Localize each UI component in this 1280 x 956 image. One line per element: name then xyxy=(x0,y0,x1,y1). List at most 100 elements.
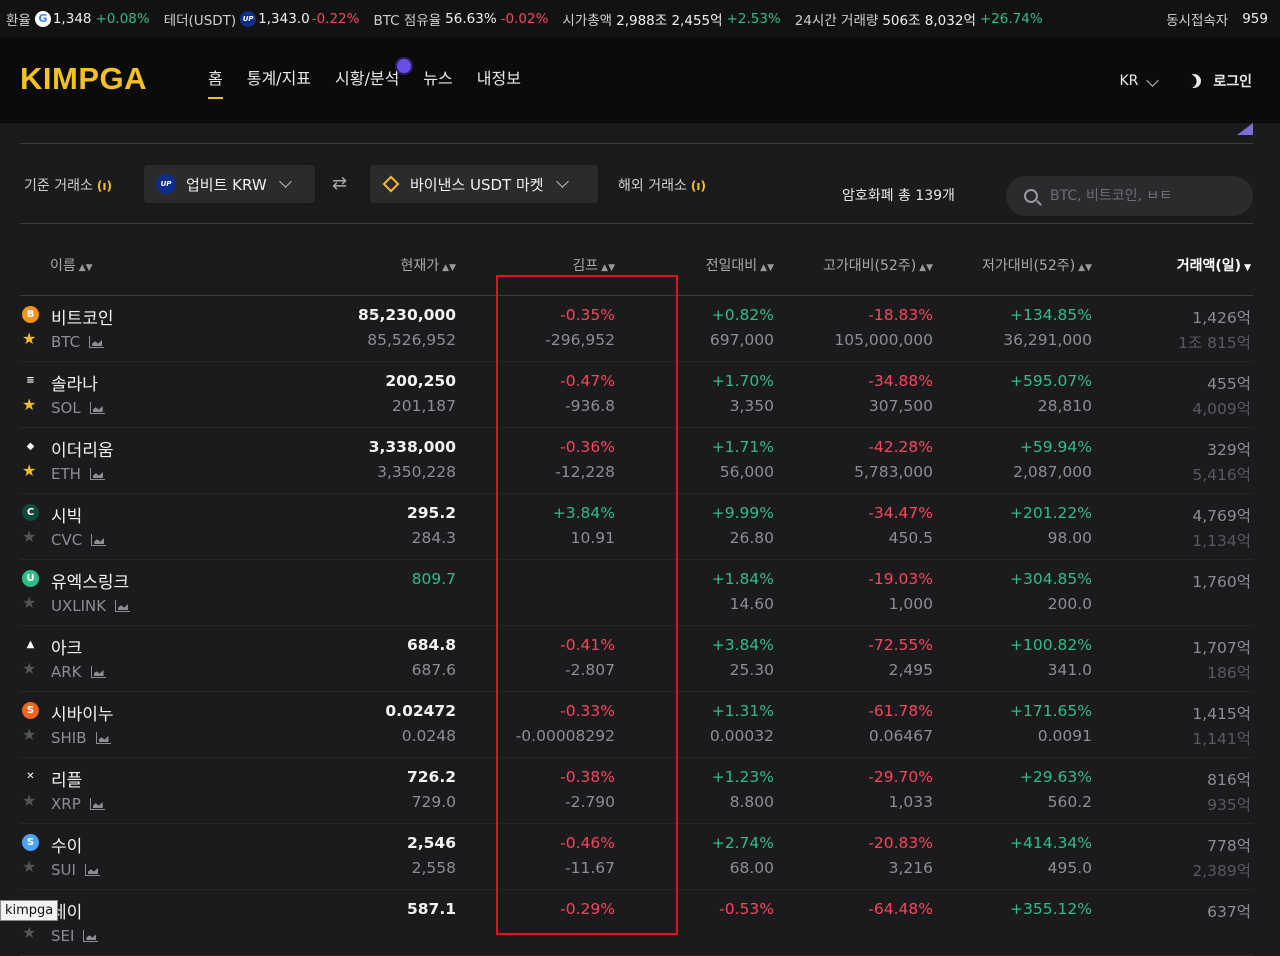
foreign-price: 2,558 xyxy=(411,859,456,877)
target-exchange-select[interactable]: 바이낸스 USDT 마켓 xyxy=(370,165,598,203)
nav-analysis[interactable]: 시황/분석 xyxy=(335,59,412,99)
chart-icon[interactable] xyxy=(89,798,105,810)
concurrent-users-value: 959 xyxy=(1242,10,1268,27)
chart-icon[interactable] xyxy=(89,468,105,480)
language-select[interactable]: KR xyxy=(1119,73,1160,89)
favorite-star-icon[interactable]: ★ xyxy=(22,858,36,875)
table-row[interactable]: S ★ 수이 SUI 2,546 2,558 -0.46% -11.67 +2.74% 68.00… xyxy=(20,824,1253,890)
table-row[interactable]: ▲ ★ 아크 ARK 684.8 687.6 -0.41% -2.807 +3.84% 25.30… xyxy=(20,626,1253,692)
low52-percent: +134.85% xyxy=(1010,306,1092,324)
coin-name: 유엑스링크 xyxy=(51,573,130,593)
tooltip: kimpga xyxy=(0,900,59,921)
base-exchange-select[interactable]: UP 업비트 KRW xyxy=(144,165,315,203)
exchange-rate: 환율 G 1,348 +0.08% xyxy=(6,9,150,29)
col-price[interactable]: 현재가 ▲▼ xyxy=(401,255,456,275)
daily-change-amount: 14.60 xyxy=(729,595,774,613)
corner-marker-icon xyxy=(1237,123,1253,135)
table-row[interactable]: B ★ 비트코인 BTC 85,230,000 85,526,952 -0.35% -296,… xyxy=(20,296,1253,362)
main-nav: 홈 통계/지표 시황/분석 뉴스 내정보 xyxy=(208,59,521,99)
tether-value: 1,343.0 xyxy=(258,10,310,27)
swap-exchange-icon[interactable]: ⇄ xyxy=(332,173,347,194)
btc-dominance: BTC 점유율 56.63% -0.02% xyxy=(373,9,548,29)
favorite-star-icon[interactable]: ★ xyxy=(22,660,36,677)
volume-foreign: 186억 xyxy=(1207,661,1251,683)
kimp-diff: -0.00008292 xyxy=(515,727,615,745)
current-price: 726.2 xyxy=(406,768,456,786)
kimp-percent: -0.41% xyxy=(560,636,615,654)
volume-krw-value: 4,769 xyxy=(1192,507,1237,525)
search-icon xyxy=(1024,189,1038,203)
col-change[interactable]: 전일대비 ▲▼ xyxy=(706,255,774,275)
volume-krw: 1,707억 xyxy=(1192,636,1251,658)
table-row[interactable]: ✕ ★ 리플 XRP 726.2 729.0 -0.38% -2.790 +1.23% 8.800… xyxy=(20,758,1253,824)
chart-icon[interactable] xyxy=(84,864,100,876)
upbit-logo-icon: UP xyxy=(156,174,176,194)
coin-symbol-text: BTC xyxy=(51,333,81,351)
low52-percent: +171.65% xyxy=(1010,702,1092,720)
volume-krw-value: 329 xyxy=(1207,441,1237,459)
favorite-star-icon[interactable]: ★ xyxy=(22,462,36,479)
table-row[interactable]: ≡ ★ 솔라나 SOL 200,250 201,187 -0.47% -936.8 +1.70%… xyxy=(20,362,1253,428)
high52-percent: -20.83% xyxy=(868,834,933,852)
volume-unit: 억 xyxy=(1236,309,1251,327)
chart-icon[interactable] xyxy=(91,534,107,546)
chart-icon[interactable] xyxy=(95,732,111,744)
coin-symbol-text: UXLINK xyxy=(51,597,107,615)
table-row[interactable]: ◆ ★ 이더리움 ETH 3,338,000 3,350,228 -0.36% -12,228… xyxy=(20,428,1253,494)
site-logo[interactable]: KIMPGA xyxy=(20,61,147,97)
favorite-star-icon[interactable]: ★ xyxy=(22,924,36,941)
coin-table-body: B ★ 비트코인 BTC 85,230,000 85,526,952 -0.35% -296,… xyxy=(20,296,1253,956)
high52-price: 0.06467 xyxy=(868,727,933,745)
btc-dominance-value: 56.63% xyxy=(445,10,497,27)
col-kimp[interactable]: 김프 ▲▼ xyxy=(572,255,615,275)
coin-name: 이더리움 xyxy=(51,441,114,461)
coin-name: 시빅 xyxy=(51,507,83,527)
col-name[interactable]: 이름 ▲▼ xyxy=(50,255,93,275)
chart-icon[interactable] xyxy=(89,336,105,348)
daily-change-percent: +1.71% xyxy=(711,438,774,456)
chart-icon[interactable] xyxy=(115,600,131,612)
chart-icon[interactable] xyxy=(83,930,99,942)
kimp-percent: -0.47% xyxy=(560,372,615,390)
volume-foreign: 1조 815억 xyxy=(1178,331,1251,353)
favorite-star-icon[interactable]: ★ xyxy=(22,330,36,347)
kimp-percent: -0.36% xyxy=(560,438,615,456)
table-row[interactable]: S ★ 시바이누 SHIB 0.02472 0.0248 -0.33% -0.00008292… xyxy=(20,692,1253,758)
chart-icon[interactable] xyxy=(89,402,105,414)
coin-symbol: SHIB xyxy=(51,729,111,747)
favorite-star-icon[interactable]: ★ xyxy=(22,528,36,545)
chart-icon[interactable] xyxy=(90,666,106,678)
volume-foreign-value: 1,141 xyxy=(1192,730,1237,748)
table-row[interactable]: U ★ 유엑스링크 UXLINK 809.7 +1.84% 14.60 -19.03% 1,00… xyxy=(20,560,1253,626)
coin-name: 수이 xyxy=(51,837,83,857)
volume-unit: 억 xyxy=(1236,507,1251,525)
low52-price: 200.0 xyxy=(1047,595,1092,613)
nav-my-info[interactable]: 내정보 xyxy=(477,65,521,99)
daily-change-percent: +1.31% xyxy=(711,702,774,720)
col-high52[interactable]: 고가대비(52주) ▲▼ xyxy=(823,255,933,275)
nav-news[interactable]: 뉴스 xyxy=(423,65,452,99)
coin-name: 비트코인 xyxy=(51,309,114,329)
kimp-diff: 10.91 xyxy=(570,529,615,547)
search-input[interactable] xyxy=(1048,187,1232,205)
favorite-star-icon[interactable]: ★ xyxy=(22,792,36,809)
dark-mode-moon-icon[interactable] xyxy=(1185,71,1204,90)
volume-unit: 억 xyxy=(1236,705,1251,723)
login-button[interactable]: 로그인 xyxy=(1213,71,1252,91)
current-price: 587.1 xyxy=(406,900,456,918)
table-row[interactable]: C ★ 시빅 CVC 295.2 284.3 +3.84% 10.91 +9.99% 26.80 -… xyxy=(20,494,1253,560)
high52-price: 2,495 xyxy=(888,661,933,679)
table-header: 이름 ▲▼ 현재가 ▲▼ 김프 ▲▼ 전일대비 ▲▼ 고가대비(52주) ▲▼ 저가대비(… xyxy=(20,251,1253,281)
coin-logo-icon: S xyxy=(22,834,39,851)
daily-change-amount: 56,000 xyxy=(719,463,774,481)
market-cap-value: 2,988조 2,455억 xyxy=(616,12,723,29)
table-row[interactable]: S★세이SEI587.1-0.29%-0.53%-64.48%+355.12%6… xyxy=(20,890,1253,956)
kimp-diff: -296,952 xyxy=(545,331,615,349)
favorite-star-icon[interactable]: ★ xyxy=(22,594,36,611)
nav-stats[interactable]: 통계/지표 xyxy=(247,65,311,99)
col-volume[interactable]: 거래액(일) ▼ xyxy=(1177,255,1251,275)
favorite-star-icon[interactable]: ★ xyxy=(22,396,36,413)
favorite-star-icon[interactable]: ★ xyxy=(22,726,36,743)
col-low52[interactable]: 저가대비(52주) ▲▼ xyxy=(982,255,1092,275)
nav-home[interactable]: 홈 xyxy=(208,65,223,99)
